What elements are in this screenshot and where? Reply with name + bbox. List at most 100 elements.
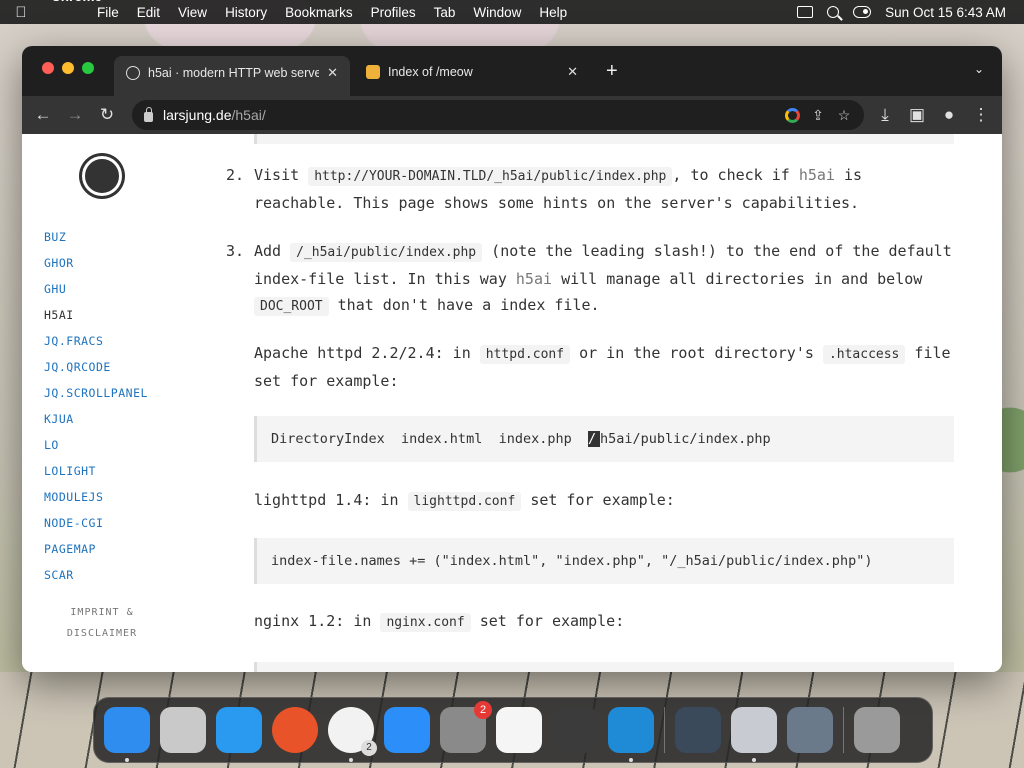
menu-help[interactable]: Help bbox=[530, 5, 576, 20]
h5ai-name: h5ai bbox=[798, 166, 835, 184]
tab-search-chevron-icon[interactable]: ⌄ bbox=[974, 62, 984, 76]
dock: 2 2 bbox=[93, 697, 933, 763]
close-tab-icon[interactable]: ✕ bbox=[567, 64, 578, 80]
step-text: that don't have a index file. bbox=[337, 296, 600, 314]
trash-icon[interactable] bbox=[854, 707, 900, 753]
new-tab-button[interactable]: + bbox=[606, 60, 618, 83]
nav-item-scar[interactable]: SCAR bbox=[44, 562, 148, 588]
step-text: index-file list. In this way bbox=[254, 270, 507, 288]
notification-badge: 2 bbox=[474, 701, 492, 719]
para-text: file bbox=[914, 344, 951, 362]
tab-h5ai[interactable]: h5ai · modern HTTP web serve ✕ bbox=[114, 56, 350, 96]
finder-icon[interactable] bbox=[104, 707, 150, 762]
instruments-icon[interactable] bbox=[552, 707, 598, 753]
chrome-window-count-badge: 2 bbox=[361, 740, 377, 756]
tab-strip: h5ai · modern HTTP web serve ✕ Index of … bbox=[22, 46, 1002, 96]
menu-history[interactable]: History bbox=[216, 5, 276, 20]
nav-item-kjua[interactable]: KJUA bbox=[44, 406, 148, 432]
menu-tab[interactable]: Tab bbox=[425, 5, 465, 20]
address-url[interactable]: larsjung.de/h5ai/ bbox=[163, 107, 266, 123]
apache-code-block[interactable]: DirectoryIndex index.html index.php / h5a… bbox=[254, 416, 954, 462]
close-window-button[interactable] bbox=[42, 62, 54, 74]
imprint-disclaimer-link[interactable]: IMPRINT & DISCLAIMER bbox=[22, 602, 182, 644]
inline-code: http://YOUR-DOMAIN.TLD/_h5ai/public/inde… bbox=[308, 167, 673, 186]
tab-title: Index of /meow bbox=[388, 65, 473, 79]
menu-app-name[interactable]: Chrome bbox=[42, 0, 102, 35]
step-text: (note the leading slash!) to the end of … bbox=[491, 242, 952, 260]
app-store-icon[interactable] bbox=[384, 707, 430, 753]
menu-view[interactable]: View bbox=[169, 5, 216, 20]
spotlight-search-icon[interactable] bbox=[827, 6, 840, 18]
address-bar[interactable]: larsjung.de/h5ai/ ⇪ ☆ bbox=[132, 100, 864, 130]
browser-window: h5ai · modern HTTP web serve ✕ Index of … bbox=[22, 46, 1002, 672]
menu-file[interactable]: File bbox=[88, 5, 128, 20]
menu-profiles[interactable]: Profiles bbox=[362, 5, 425, 20]
nav-item-lolight[interactable]: LOLIGHT bbox=[44, 458, 148, 484]
close-tab-icon[interactable]: ✕ bbox=[327, 65, 338, 81]
h5ai-name: h5ai bbox=[515, 270, 553, 288]
system-preferences-icon[interactable]: 2 bbox=[440, 701, 492, 753]
menubar:  Chrome File Edit View History Bookmark… bbox=[0, 0, 1024, 24]
lock-icon[interactable] bbox=[144, 106, 153, 122]
step-text: is bbox=[843, 166, 863, 184]
firefox-icon[interactable] bbox=[272, 707, 318, 753]
imprint-line: IMPRINT & bbox=[70, 607, 134, 618]
inline-code: .htaccess bbox=[822, 345, 906, 364]
reload-icon[interactable]: ↻ bbox=[96, 104, 118, 126]
inline-code: DOC_ROOT bbox=[254, 297, 329, 316]
menu-edit[interactable]: Edit bbox=[128, 5, 169, 20]
textedit-icon[interactable] bbox=[496, 707, 542, 753]
step-text: , to check if bbox=[672, 166, 790, 184]
more-menu-icon[interactable]: ⋮ bbox=[970, 104, 992, 126]
quicktime-icon[interactable] bbox=[787, 707, 833, 753]
maximize-window-button[interactable] bbox=[82, 62, 94, 74]
code-text: h5ai/public/index.php bbox=[599, 431, 771, 447]
nav-item-lo[interactable]: LO bbox=[44, 432, 148, 458]
menubar-clock[interactable]: Sun Oct 15 6:43 AM bbox=[885, 5, 1006, 20]
lighttpd-code-block[interactable]: index-file.names += ("index.html", "inde… bbox=[254, 538, 954, 584]
back-arrow-icon[interactable]: ← bbox=[32, 104, 54, 126]
project-nav: BUZ GHOR GHU H5AI JQ.FRACS JQ.QRCODE JQ.… bbox=[44, 224, 148, 588]
nav-item-pagemap[interactable]: PAGEMAP bbox=[44, 536, 148, 562]
nav-item-ghor[interactable]: GHOR bbox=[44, 250, 148, 276]
google-lens-icon[interactable] bbox=[785, 107, 800, 123]
site-sidebar: BUZ GHOR GHU H5AI JQ.FRACS JQ.QRCODE JQ.… bbox=[22, 134, 182, 672]
minimize-window-button[interactable] bbox=[62, 62, 74, 74]
dock-separator bbox=[664, 707, 665, 753]
vscode-icon[interactable] bbox=[608, 707, 654, 762]
chrome-icon[interactable]: 2 bbox=[328, 707, 377, 762]
side-panel-icon[interactable]: ▣ bbox=[906, 104, 928, 126]
menu-bookmarks[interactable]: Bookmarks bbox=[276, 5, 362, 20]
para-text: Apache httpd 2.2/2.4: in bbox=[254, 344, 471, 362]
apple-menu-icon[interactable]:  bbox=[0, 4, 42, 21]
menu-window[interactable]: Window bbox=[464, 5, 530, 20]
safari-icon[interactable] bbox=[216, 707, 262, 753]
inline-code: nginx.conf bbox=[380, 613, 471, 632]
control-center-icon[interactable] bbox=[853, 6, 872, 18]
inline-code: lighttpd.conf bbox=[407, 492, 522, 511]
step-text: Visit bbox=[254, 166, 300, 184]
nav-item-jq-qrcode[interactable]: JQ.QRCODE bbox=[44, 354, 148, 380]
nox-icon[interactable] bbox=[675, 707, 721, 753]
globe-icon bbox=[126, 66, 140, 80]
share-icon[interactable]: ⇪ bbox=[810, 107, 826, 123]
bookmark-star-icon[interactable]: ☆ bbox=[836, 107, 852, 123]
download-icon[interactable]: ⤓ bbox=[874, 104, 896, 126]
nav-item-jq-scrollpanel[interactable]: JQ.SCROLLPANEL bbox=[44, 380, 148, 406]
nav-item-h5ai[interactable]: H5AI bbox=[44, 302, 148, 328]
site-logo-icon[interactable] bbox=[82, 156, 122, 196]
settings-gear-icon[interactable] bbox=[731, 707, 777, 762]
code-text: DirectoryIndex index.html index.php bbox=[271, 431, 588, 447]
window-controls bbox=[42, 62, 94, 74]
forward-arrow-icon[interactable]: → bbox=[64, 104, 86, 126]
nav-item-ghu[interactable]: GHU bbox=[44, 276, 148, 302]
nav-item-jq-fracs[interactable]: JQ.FRACS bbox=[44, 328, 148, 354]
nav-item-buz[interactable]: BUZ bbox=[44, 224, 148, 250]
launchpad-icon[interactable] bbox=[160, 707, 206, 753]
apache-paragraph: Apache httpd 2.2/2.4: in httpd.conf or i… bbox=[254, 340, 964, 394]
nav-item-modulejs[interactable]: MODULEJS bbox=[44, 484, 148, 510]
tab-index-of-meow[interactable]: Index of /meow ✕ bbox=[354, 56, 590, 88]
screen-mirroring-icon[interactable] bbox=[797, 6, 814, 18]
nav-item-node-cgi[interactable]: NODE-CGI bbox=[44, 510, 148, 536]
profile-avatar-icon[interactable]: ● bbox=[938, 104, 960, 126]
